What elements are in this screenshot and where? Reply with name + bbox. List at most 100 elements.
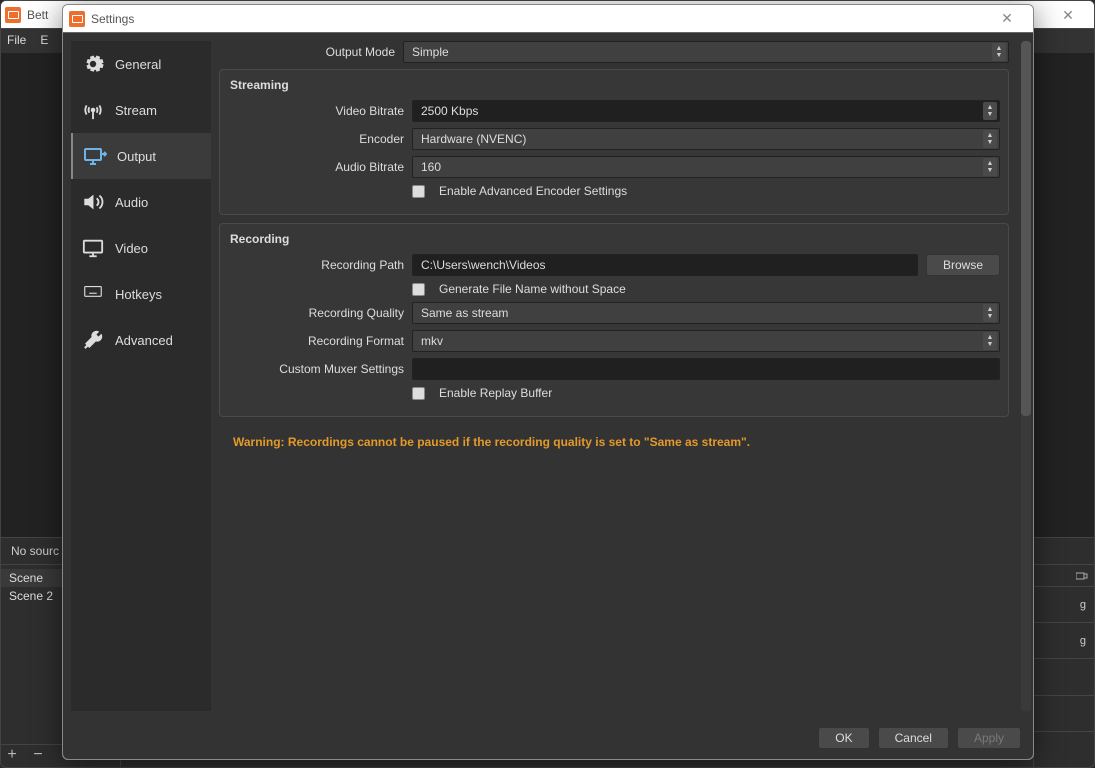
recording-group: Recording Recording Path C:\Users\wench\… bbox=[219, 223, 1009, 417]
warning-text: Warning: Recordings cannot be paused if … bbox=[219, 425, 1009, 449]
recording-title: Recording bbox=[228, 232, 1000, 246]
audio-bitrate-value: 160 bbox=[421, 160, 441, 174]
settings-footer: OK Cancel Apply bbox=[63, 719, 1033, 759]
advanced-encoder-label: Enable Advanced Encoder Settings bbox=[439, 184, 627, 198]
content-scrollbar[interactable] bbox=[1021, 41, 1031, 711]
chevron-updown-icon: ▲▼ bbox=[992, 43, 1006, 61]
menu-edit[interactable]: E bbox=[40, 33, 48, 47]
main-window-title: Bett bbox=[27, 8, 48, 22]
audio-bitrate-row: Audio Bitrate 160 ▲▼ bbox=[228, 156, 1000, 178]
replay-buffer-checkbox[interactable] bbox=[412, 387, 425, 400]
controls-icon bbox=[1034, 565, 1094, 587]
video-bitrate-row: Video Bitrate 2500 Kbps ▲▼ bbox=[228, 100, 1000, 122]
monitor-icon bbox=[81, 236, 105, 260]
settings-body: General Stream Output Audio bbox=[63, 33, 1033, 719]
controls-panel: g g bbox=[1034, 565, 1094, 767]
output-mode-value: Simple bbox=[412, 45, 449, 59]
gear-icon bbox=[81, 52, 105, 76]
sidebar-item-stream[interactable]: Stream bbox=[71, 87, 211, 133]
encoder-dropdown[interactable]: Hardware (NVENC) ▲▼ bbox=[412, 128, 1000, 150]
sidebar-item-audio[interactable]: Audio bbox=[71, 179, 211, 225]
recording-quality-value: Same as stream bbox=[421, 306, 508, 320]
settings-title: Settings bbox=[91, 12, 134, 26]
encoder-label: Encoder bbox=[228, 132, 412, 146]
settings-content: Output Mode Simple ▲▼ Streaming Video Bi… bbox=[219, 33, 1021, 719]
app-icon bbox=[5, 7, 21, 23]
recording-format-value: mkv bbox=[421, 334, 443, 348]
spinner-arrows-icon[interactable]: ▲▼ bbox=[983, 102, 997, 120]
sidebar-item-output[interactable]: Output bbox=[71, 133, 211, 179]
ok-button[interactable]: OK bbox=[818, 727, 869, 749]
streaming-group: Streaming Video Bitrate 2500 Kbps ▲▼ Enc… bbox=[219, 69, 1009, 215]
sidebar-item-hotkeys[interactable]: Hotkeys bbox=[71, 271, 211, 317]
output-icon bbox=[83, 144, 107, 168]
output-mode-row: Output Mode Simple ▲▼ bbox=[219, 41, 1009, 63]
replay-buffer-row: Enable Replay Buffer bbox=[228, 386, 1000, 400]
sidebar-item-general[interactable]: General bbox=[71, 41, 211, 87]
settings-dialog: Settings ✕ General Stream Output bbox=[62, 4, 1034, 760]
muxer-input[interactable] bbox=[412, 358, 1000, 380]
advanced-encoder-row: Enable Advanced Encoder Settings bbox=[228, 184, 1000, 198]
remove-scene-button[interactable]: − bbox=[29, 747, 47, 765]
advanced-encoder-checkbox[interactable] bbox=[412, 185, 425, 198]
filename-nospace-row: Generate File Name without Space bbox=[228, 282, 1000, 296]
sidebar-item-label: General bbox=[115, 57, 161, 72]
sidebar-item-label: Output bbox=[117, 149, 156, 164]
recording-quality-dropdown[interactable]: Same as stream ▲▼ bbox=[412, 302, 1000, 324]
sidebar-item-label: Hotkeys bbox=[115, 287, 162, 302]
sidebar-item-label: Video bbox=[115, 241, 148, 256]
chevron-updown-icon: ▲▼ bbox=[983, 130, 997, 148]
wrench-icon bbox=[81, 328, 105, 352]
cancel-button[interactable]: Cancel bbox=[878, 727, 949, 749]
chevron-updown-icon: ▲▼ bbox=[983, 158, 997, 176]
recording-quality-label: Recording Quality bbox=[228, 306, 412, 320]
browse-button[interactable]: Browse bbox=[926, 254, 1000, 276]
output-mode-dropdown[interactable]: Simple ▲▼ bbox=[403, 41, 1009, 63]
muxer-row: Custom Muxer Settings bbox=[228, 358, 1000, 380]
chevron-updown-icon: ▲▼ bbox=[983, 332, 997, 350]
video-bitrate-label: Video Bitrate bbox=[228, 104, 412, 118]
recording-format-label: Recording Format bbox=[228, 334, 412, 348]
control-row[interactable]: g bbox=[1034, 623, 1094, 659]
replay-buffer-label: Enable Replay Buffer bbox=[439, 386, 552, 400]
recording-quality-row: Recording Quality Same as stream ▲▼ bbox=[228, 302, 1000, 324]
add-scene-button[interactable]: + bbox=[3, 747, 21, 765]
menu-file[interactable]: File bbox=[7, 33, 26, 47]
apply-button[interactable]: Apply bbox=[957, 727, 1021, 749]
recording-format-dropdown[interactable]: mkv ▲▼ bbox=[412, 330, 1000, 352]
audio-bitrate-label: Audio Bitrate bbox=[228, 160, 412, 174]
scrollbar-thumb[interactable] bbox=[1021, 41, 1031, 416]
sidebar-item-label: Stream bbox=[115, 103, 157, 118]
recording-path-input[interactable]: C:\Users\wench\Videos bbox=[412, 254, 918, 276]
video-bitrate-value: 2500 Kbps bbox=[421, 104, 478, 118]
sidebar-item-advanced[interactable]: Advanced bbox=[71, 317, 211, 363]
chevron-updown-icon: ▲▼ bbox=[983, 304, 997, 322]
antenna-icon bbox=[81, 98, 105, 122]
filename-nospace-checkbox[interactable] bbox=[412, 283, 425, 296]
speaker-icon bbox=[81, 190, 105, 214]
streaming-title: Streaming bbox=[228, 78, 1000, 92]
settings-sidebar: General Stream Output Audio bbox=[71, 41, 211, 711]
encoder-row: Encoder Hardware (NVENC) ▲▼ bbox=[228, 128, 1000, 150]
encoder-value: Hardware (NVENC) bbox=[421, 132, 526, 146]
sidebar-item-video[interactable]: Video bbox=[71, 225, 211, 271]
app-icon bbox=[69, 11, 85, 27]
audio-bitrate-dropdown[interactable]: 160 ▲▼ bbox=[412, 156, 1000, 178]
video-bitrate-input[interactable]: 2500 Kbps ▲▼ bbox=[412, 100, 1000, 122]
control-row[interactable] bbox=[1034, 659, 1094, 695]
recording-path-row: Recording Path C:\Users\wench\Videos Bro… bbox=[228, 254, 1000, 276]
main-close-button[interactable]: ✕ bbox=[1046, 1, 1090, 29]
recording-path-value: C:\Users\wench\Videos bbox=[421, 258, 546, 272]
filename-nospace-label: Generate File Name without Space bbox=[439, 282, 626, 296]
keyboard-icon bbox=[81, 282, 105, 306]
control-row[interactable] bbox=[1034, 696, 1094, 732]
sidebar-item-label: Audio bbox=[115, 195, 148, 210]
control-row[interactable]: g bbox=[1034, 587, 1094, 623]
recording-path-label: Recording Path bbox=[228, 258, 412, 272]
sidebar-item-label: Advanced bbox=[115, 333, 173, 348]
muxer-label: Custom Muxer Settings bbox=[228, 362, 412, 376]
control-row[interactable] bbox=[1034, 732, 1094, 767]
recording-format-row: Recording Format mkv ▲▼ bbox=[228, 330, 1000, 352]
settings-titlebar: Settings ✕ bbox=[63, 5, 1033, 33]
settings-close-button[interactable]: ✕ bbox=[987, 10, 1027, 27]
